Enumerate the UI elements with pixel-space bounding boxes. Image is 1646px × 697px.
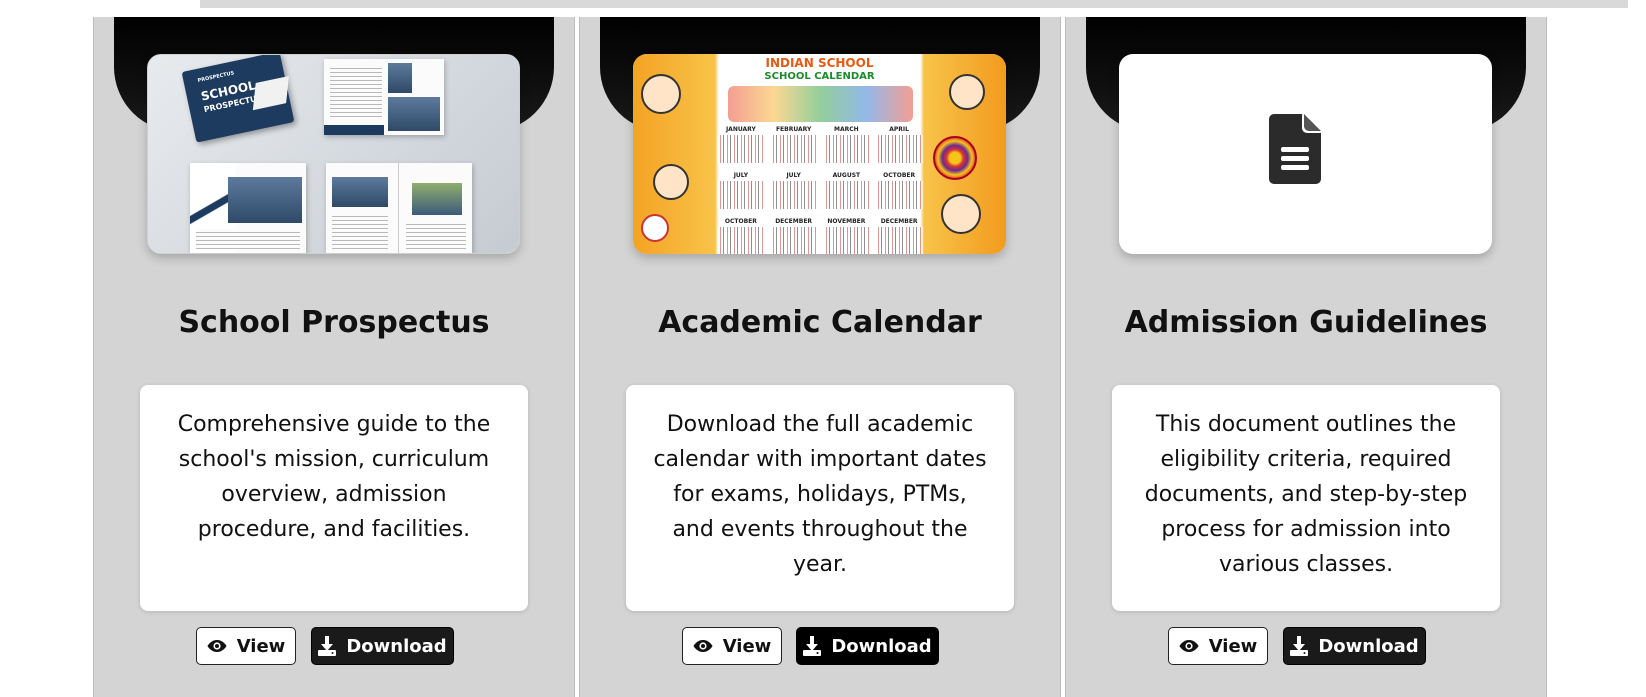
download-label: Download [831, 635, 932, 657]
card-academic-calendar: INDIAN SCHOOL SCHOOL CALENDAR JANUARY FE… [579, 17, 1061, 697]
download-label: Download [1318, 635, 1419, 657]
calendar-heading: INDIAN SCHOOL [765, 56, 874, 70]
card-school-prospectus: PROSPECTUS SCHOOL PROSPECTUS School Pros… [93, 17, 575, 697]
prospectus-page-image [190, 163, 306, 253]
card-description: This document outlines the eligibility c… [1112, 385, 1500, 611]
view-label: View [722, 635, 772, 657]
eye-icon [693, 640, 713, 652]
eye-icon [1179, 640, 1199, 652]
card-title: Academic Calendar [658, 305, 982, 340]
card-title: School Prospectus [178, 305, 490, 340]
download-icon [803, 636, 822, 656]
prospectus-page-image [326, 163, 472, 253]
document-thumbnail[interactable] [1119, 54, 1492, 254]
download-icon [1290, 636, 1309, 656]
download-label: Download [346, 635, 447, 657]
view-label: View [1208, 635, 1258, 657]
calendar-subheading: SCHOOL CALENDAR [764, 71, 875, 82]
eye-icon [207, 640, 227, 652]
download-icon [318, 636, 337, 656]
card-description: Comprehensive guide to the school's miss… [140, 385, 528, 611]
download-button[interactable]: Download [1283, 627, 1426, 665]
cover-small-text: PROSPECTUS [197, 70, 235, 84]
top-scrollbar[interactable] [200, 0, 1628, 8]
card-title: Admission Guidelines [1124, 305, 1488, 340]
document-icon [1269, 114, 1321, 184]
download-button[interactable]: Download [796, 627, 939, 665]
calendar-months-grid: JANUARY FEBRUARY MARCH APRIL JULY JULY A… [717, 126, 923, 254]
view-button[interactable]: View [682, 627, 782, 665]
description-text: Download the full academic calendar with… [653, 412, 987, 577]
prospectus-thumbnail[interactable]: PROSPECTUS SCHOOL PROSPECTUS [147, 54, 520, 254]
description-text: This document outlines the eligibility c… [1144, 412, 1468, 577]
prospectus-page-image [324, 59, 444, 135]
view-label: View [236, 635, 286, 657]
view-button[interactable]: View [196, 627, 296, 665]
card-description: Download the full academic calendar with… [626, 385, 1014, 611]
card-admission-guidelines: Admission Guidelines This document outli… [1065, 17, 1547, 697]
description-text: Comprehensive guide to the school's miss… [177, 412, 491, 542]
view-button[interactable]: View [1168, 627, 1268, 665]
download-button[interactable]: Download [311, 627, 454, 665]
calendar-thumbnail[interactable]: INDIAN SCHOOL SCHOOL CALENDAR JANUARY FE… [633, 54, 1006, 254]
